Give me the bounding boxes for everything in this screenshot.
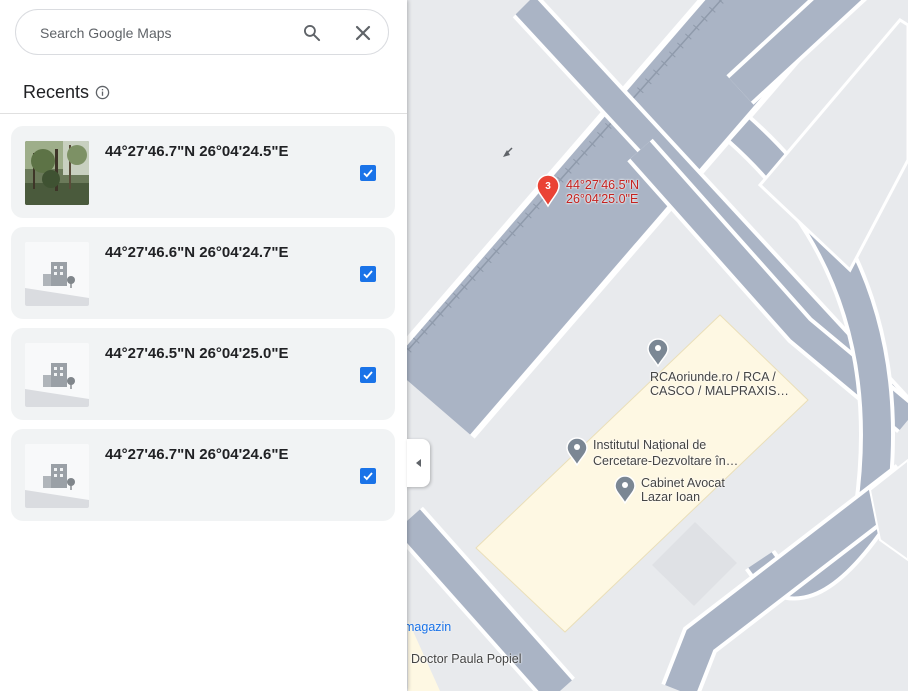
recent-item-coords: 44°27'46.7"N 26°04'24.6"E (105, 446, 289, 463)
recent-item[interactable]: 44°27'46.7"N 26°04'24.6"E (11, 429, 395, 521)
recent-item-coords: 44°27'46.5"N 26°04'25.0"E (105, 345, 289, 362)
caret-left-icon (415, 459, 421, 467)
building-placeholder-icon (25, 444, 89, 508)
search-box (15, 9, 389, 55)
building-placeholder-icon (25, 343, 89, 407)
recents-title: Recents (23, 81, 90, 102)
pin-number: 3 (545, 181, 551, 192)
search-icon[interactable] (296, 17, 328, 49)
side-panel: Recents 44°27'46.7"N (0, 0, 407, 691)
recents-header: Recents (23, 80, 110, 104)
poi-label-cabinet-line2[interactable]: Lazar Ioan (641, 490, 700, 504)
recent-item[interactable]: 44°27'46.7"N 26°04'24.5"E (11, 126, 395, 218)
search-input[interactable] (40, 22, 280, 44)
pin-lat-label: 44°27'46.5"N (566, 178, 639, 192)
collapse-panel-button[interactable] (407, 439, 430, 487)
recents-list: 44°27'46.7"N 26°04'24.5"E 44°27'46.6"N 2… (11, 126, 395, 530)
recent-item-checkbox[interactable] (360, 468, 376, 484)
recent-item-coords: 44°27'46.6"N 26°04'24.7"E (105, 244, 289, 261)
recent-item[interactable]: 44°27'46.5"N 26°04'25.0"E (11, 328, 395, 420)
poi-label-institut-line1[interactable]: Institutul Național de (593, 438, 706, 452)
poi-label-rca-line2[interactable]: CASCO / MALPRAXIS… (650, 384, 789, 398)
poi-label-institut-line2[interactable]: Cercetare-Dezvoltare în… (593, 454, 738, 468)
recent-item-coords: 44°27'46.7"N 26°04'24.5"E (105, 143, 289, 160)
location-photo (25, 141, 89, 205)
building-placeholder-icon (25, 242, 89, 306)
poi-label-cabinet-line1[interactable]: Cabinet Avocat (641, 476, 725, 490)
divider (0, 113, 407, 114)
recent-item-checkbox[interactable] (360, 367, 376, 383)
street-label: Doctor Paula Popiel (411, 652, 522, 666)
close-icon[interactable] (347, 17, 379, 49)
recent-item[interactable]: 44°27'46.6"N 26°04'24.7"E (11, 227, 395, 319)
info-icon[interactable] (95, 85, 110, 100)
poi-label-magazin[interactable]: magazin (404, 620, 451, 634)
recent-item-checkbox[interactable] (360, 165, 376, 181)
pin-lng-label: 26°04'25.0"E (566, 192, 639, 206)
recent-item-checkbox[interactable] (360, 266, 376, 282)
poi-label-rca-line1[interactable]: RCAoriunde.ro / RCA / (650, 370, 776, 384)
